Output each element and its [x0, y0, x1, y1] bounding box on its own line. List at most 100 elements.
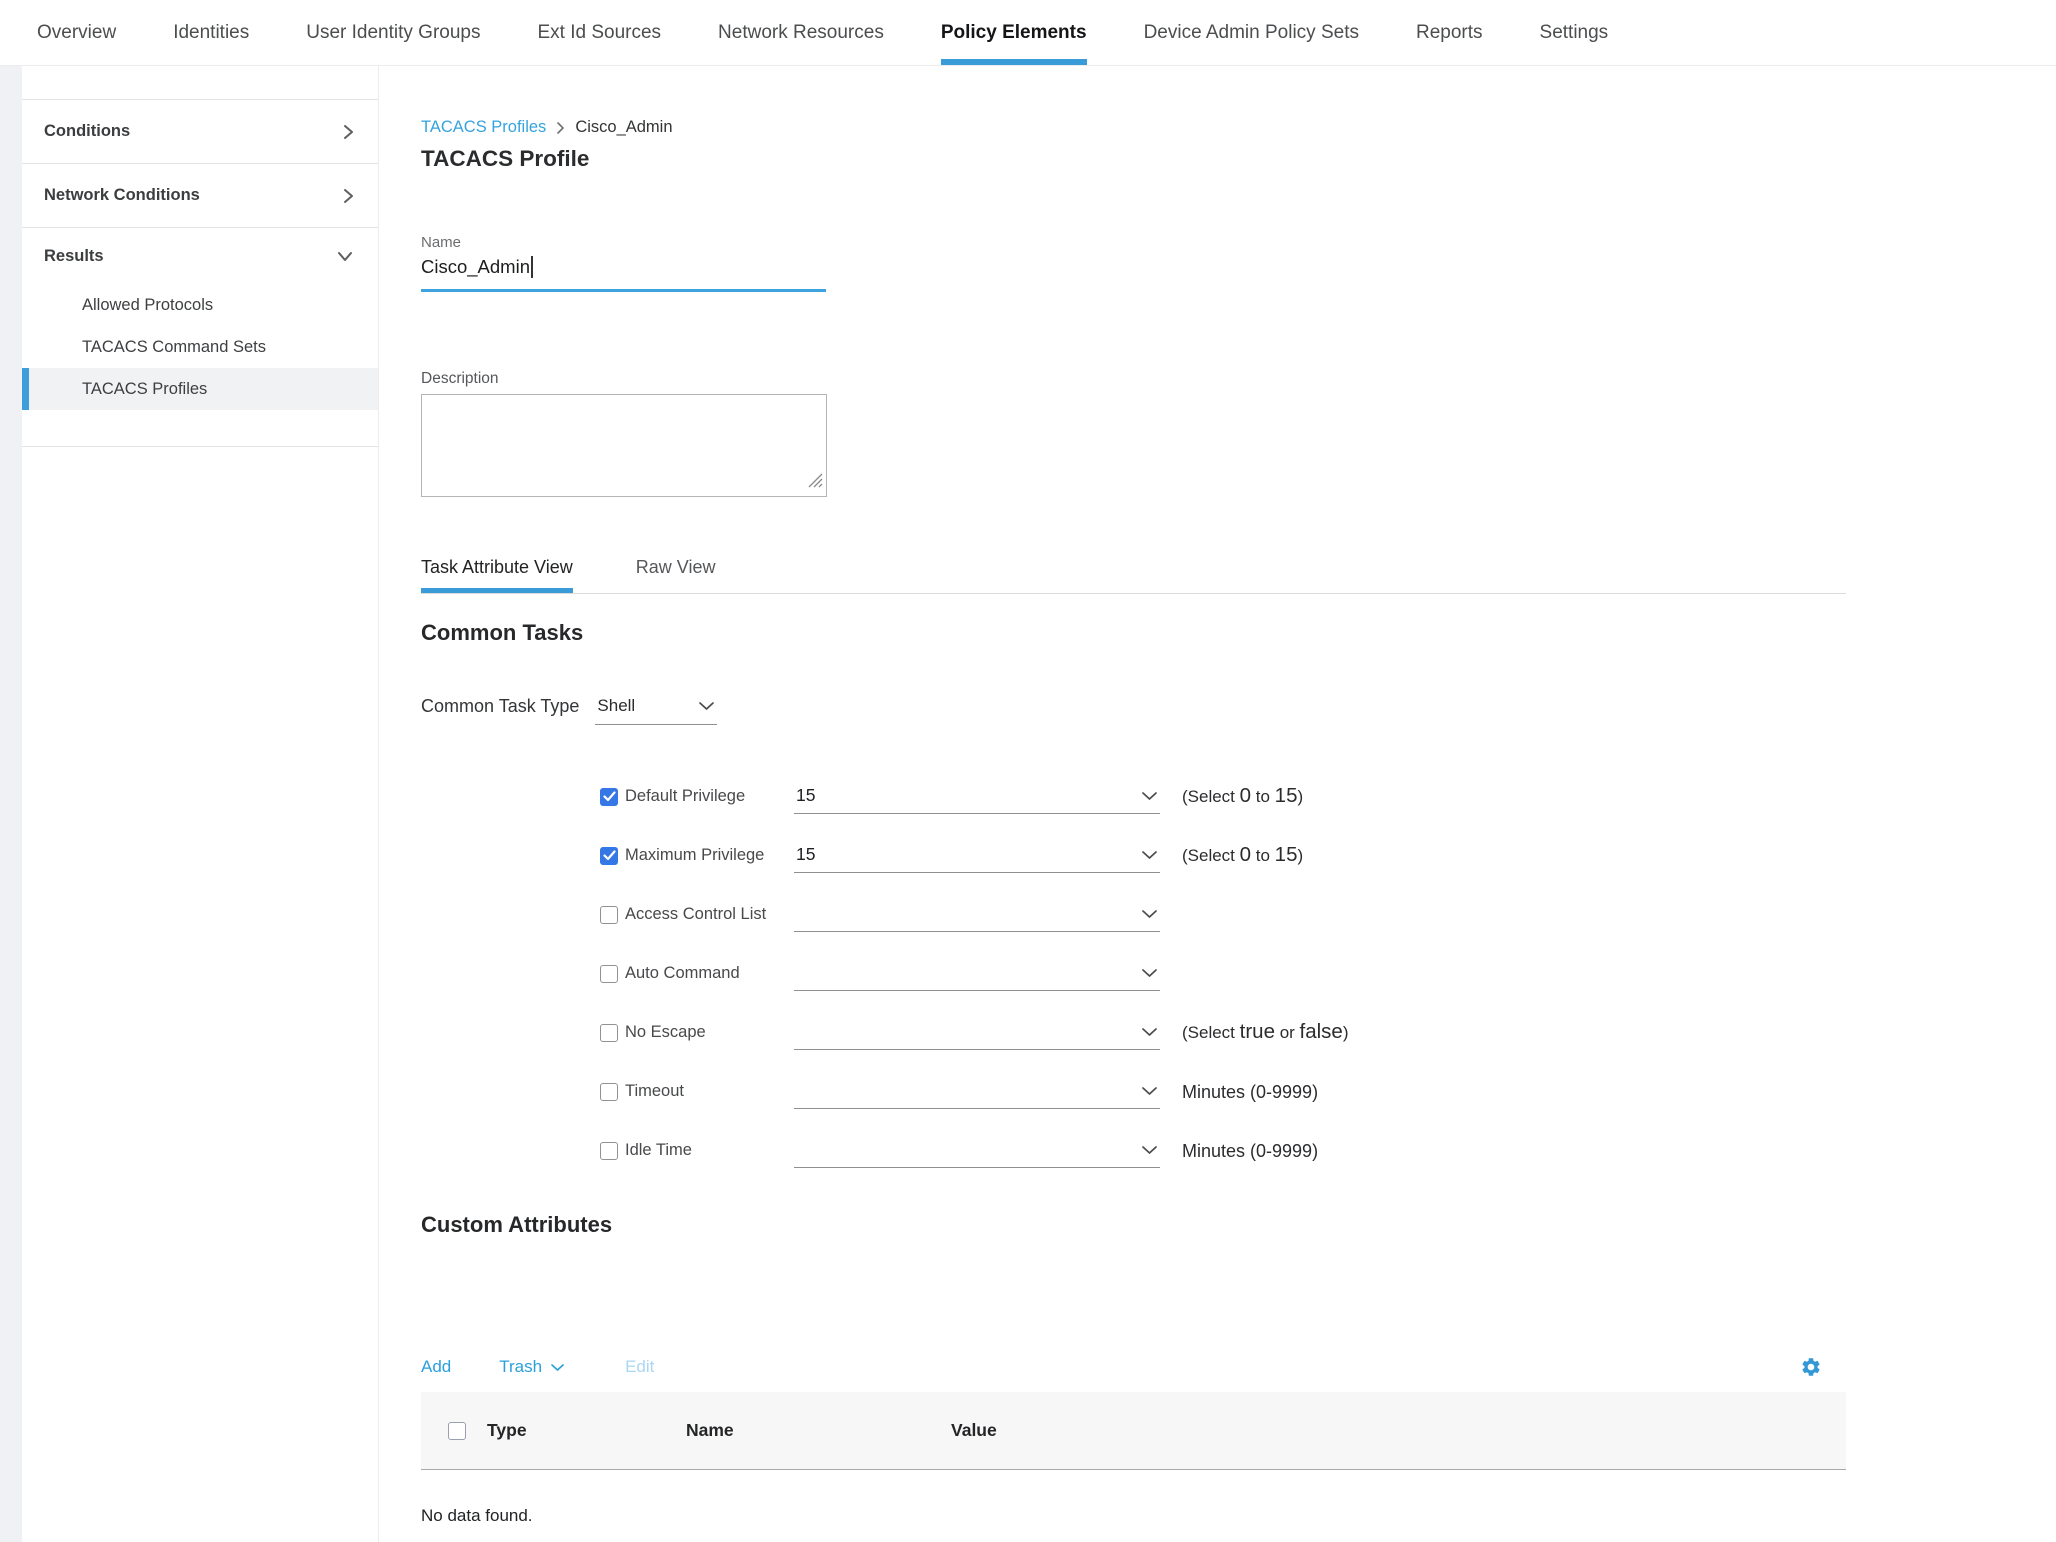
nav-tab-settings[interactable]: Settings [1540, 0, 1609, 65]
common-task-type-select[interactable]: Shell [595, 696, 717, 725]
trash-button-label: Trash [499, 1357, 542, 1377]
timeout-row: Timeout Minutes (0-9999) [600, 1050, 2056, 1109]
idle-time-select[interactable] [794, 1140, 1160, 1168]
custom-attributes-heading: Custom Attributes [421, 1212, 2056, 1238]
chevron-down-icon [336, 250, 354, 262]
sidebar: Conditions Network Conditions Results Al… [22, 66, 379, 1542]
chevron-down-icon [1141, 850, 1158, 860]
gear-icon[interactable] [1800, 1356, 1822, 1378]
sidebar-item-tacacs-command-sets[interactable]: TACACS Command Sets [22, 326, 378, 368]
chevron-down-icon [1141, 909, 1158, 919]
no-escape-select[interactable] [794, 1022, 1160, 1050]
sidebar-item-results[interactable]: Results [22, 228, 378, 284]
text-cursor [531, 256, 533, 278]
edit-button[interactable]: Edit [625, 1357, 654, 1377]
column-header-value: Value [951, 1420, 997, 1441]
sidebar-item-tacacs-profiles[interactable]: TACACS Profiles [22, 368, 378, 410]
checkbox-label: Auto Command [625, 964, 740, 983]
common-tasks-rows: Default Privilege 15 (Select 0 to 15) Ma… [421, 755, 2056, 1168]
access-control-list-select[interactable] [794, 904, 1160, 932]
breadcrumb-current: Cisco_Admin [575, 118, 672, 137]
sidebar-item-allowed-protocols[interactable]: Allowed Protocols [22, 284, 378, 326]
chevron-down-icon [1141, 1086, 1158, 1096]
nav-tab-label: Policy Elements [941, 22, 1087, 44]
sidebar-item-label: Conditions [44, 122, 130, 141]
sidebar-item-label: Allowed Protocols [82, 296, 213, 315]
select-value: 15 [796, 844, 815, 865]
nav-tab-identities[interactable]: Identities [173, 0, 249, 65]
chevron-down-icon [1141, 1145, 1158, 1155]
timeout-select[interactable] [794, 1081, 1160, 1109]
default-privilege-checkbox[interactable] [600, 788, 618, 806]
maximum-privilege-select[interactable]: 15 [794, 844, 1160, 873]
column-header-name: Name [686, 1420, 951, 1441]
chevron-right-icon [342, 123, 354, 141]
common-task-type-row: Common Task Type Shell [421, 696, 2056, 725]
description-field-group: Description [421, 370, 2056, 497]
column-header-type: Type [487, 1420, 686, 1441]
tab-task-attribute-view[interactable]: Task Attribute View [421, 557, 573, 593]
sidebar-item-network-conditions[interactable]: Network Conditions [22, 164, 378, 228]
name-input-value: Cisco_Admin [421, 256, 530, 278]
name-input[interactable]: Cisco_Admin [421, 256, 826, 292]
default-privilege-select[interactable]: 15 [794, 785, 1160, 814]
custom-attributes-table: Type Name Value No data found. [421, 1392, 1846, 1526]
auto-command-select[interactable] [794, 963, 1160, 991]
select-all-checkbox[interactable] [448, 1422, 466, 1440]
nav-tab-label: Settings [1540, 22, 1609, 44]
idle-time-checkbox[interactable] [600, 1142, 618, 1160]
chevron-right-icon [556, 121, 565, 135]
checkbox-label: No Escape [625, 1023, 706, 1042]
nav-tab-label: Overview [37, 22, 116, 44]
left-gutter [0, 66, 22, 1542]
auto-command-checkbox[interactable] [600, 965, 618, 983]
breadcrumb-link-tacacs-profiles[interactable]: TACACS Profiles [421, 118, 546, 137]
sidebar-item-label: Results [44, 247, 104, 266]
sidebar-section-divider [22, 410, 378, 447]
name-label: Name [421, 234, 826, 251]
custom-attributes-toolbar: Add Trash Edit [421, 1356, 1846, 1378]
tab-label: Task Attribute View [421, 557, 573, 577]
idle-time-row: Idle Time Minutes (0-9999) [600, 1109, 2056, 1168]
name-field-group: Name Cisco_Admin [421, 234, 826, 292]
trash-button[interactable]: Trash [499, 1357, 565, 1377]
top-navigation: Overview Identities User Identity Groups… [0, 0, 2056, 66]
tab-raw-view[interactable]: Raw View [636, 557, 716, 593]
sidebar-item-label: TACACS Profiles [82, 380, 207, 399]
breadcrumb: TACACS Profiles Cisco_Admin [421, 118, 2056, 137]
default-privilege-row: Default Privilege 15 (Select 0 to 15) [600, 755, 2056, 814]
maximum-privilege-checkbox[interactable] [600, 847, 618, 865]
chevron-down-icon [1141, 791, 1158, 801]
nav-tab-policy-elements[interactable]: Policy Elements [941, 0, 1087, 65]
nav-tab-label: Reports [1416, 22, 1483, 44]
add-button[interactable]: Add [421, 1357, 451, 1377]
nav-tab-reports[interactable]: Reports [1416, 0, 1483, 65]
nav-tab-label: Ext Id Sources [537, 22, 661, 44]
timeout-checkbox[interactable] [600, 1083, 618, 1101]
empty-table-message: No data found. [421, 1506, 1846, 1526]
description-label: Description [421, 370, 2056, 388]
chevron-down-icon [1141, 1027, 1158, 1037]
no-escape-row: No Escape (Select true or false) [600, 991, 2056, 1050]
nav-tab-overview[interactable]: Overview [37, 0, 116, 65]
maximum-privilege-row: Maximum Privilege 15 (Select 0 to 15) [600, 814, 2056, 873]
access-control-list-checkbox[interactable] [600, 906, 618, 924]
sidebar-top-spacer [22, 66, 378, 100]
nav-tab-ext-id-sources[interactable]: Ext Id Sources [537, 0, 661, 65]
sidebar-item-conditions[interactable]: Conditions [22, 100, 378, 164]
select-hint: (Select 0 to 15) [1182, 784, 1303, 808]
common-task-type-value: Shell [597, 696, 635, 716]
description-textarea[interactable] [422, 395, 826, 496]
nav-tab-label: Identities [173, 22, 249, 44]
chevron-down-icon [1141, 968, 1158, 978]
description-box [421, 394, 827, 497]
nav-tab-user-identity-groups[interactable]: User Identity Groups [306, 0, 480, 65]
no-escape-checkbox[interactable] [600, 1024, 618, 1042]
select-hint: Minutes (0-9999) [1182, 1141, 1318, 1162]
nav-tab-network-resources[interactable]: Network Resources [718, 0, 884, 65]
select-hint: (Select 0 to 15) [1182, 843, 1303, 867]
nav-tab-device-admin-policy-sets[interactable]: Device Admin Policy Sets [1144, 0, 1359, 65]
checkbox-label: Maximum Privilege [625, 846, 764, 865]
nav-tab-label: User Identity Groups [306, 22, 480, 44]
nav-tab-label: Network Resources [718, 22, 884, 44]
